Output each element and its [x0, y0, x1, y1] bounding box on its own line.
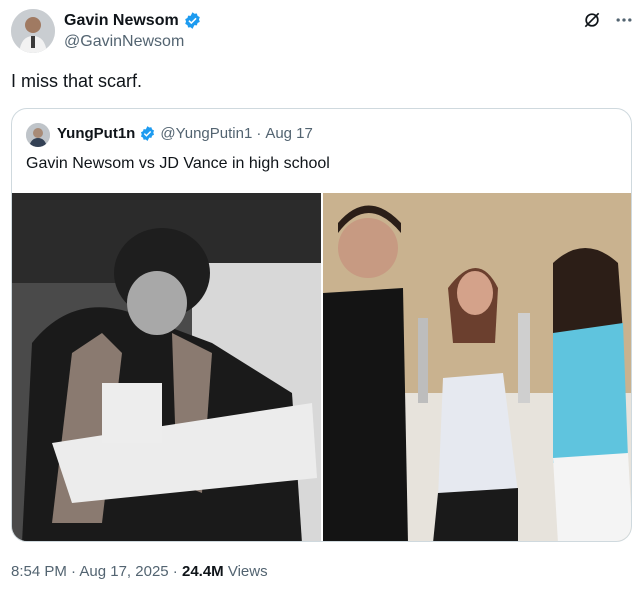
quoted-image-1[interactable]: [12, 193, 321, 541]
verified-badge-icon: [183, 11, 202, 30]
meta-separator: ·: [66, 563, 80, 580]
top-actions: [582, 10, 634, 30]
author-avatar[interactable]: [11, 9, 55, 53]
views-label: Views: [223, 563, 268, 580]
verified-badge-icon: [139, 125, 156, 142]
quoted-date[interactable]: Aug 17: [265, 125, 313, 142]
quoted-image-2[interactable]: [323, 193, 631, 541]
author-name-row: Gavin Newsom: [64, 11, 202, 30]
quoted-avatar[interactable]: [26, 123, 50, 147]
post-meta: 8:54 PM · Aug 17, 2025 · 24.4M Views: [11, 563, 268, 580]
author-name[interactable]: Gavin Newsom: [64, 12, 179, 30]
quoted-header: YungPut1n @YungPutin1 · Aug 17: [57, 125, 313, 142]
quoted-separator: ·: [256, 125, 262, 142]
quoted-handle[interactable]: @YungPutin1: [160, 125, 252, 142]
meta-separator: ·: [168, 563, 182, 580]
post-date[interactable]: Aug 17, 2025: [79, 563, 168, 580]
post-time[interactable]: 8:54 PM: [11, 563, 67, 580]
grok-icon[interactable]: [582, 10, 602, 30]
more-icon[interactable]: [614, 10, 634, 30]
views-count[interactable]: 24.4M: [182, 563, 224, 580]
quoted-name[interactable]: YungPut1n: [57, 125, 135, 142]
quoted-text: Gavin Newsom vs JD Vance in high school: [26, 155, 330, 172]
author-handle[interactable]: @GavinNewsom: [64, 33, 184, 51]
quoted-post[interactable]: YungPut1n @YungPutin1 · Aug 17 Gavin New…: [11, 108, 632, 542]
post-text: I miss that scarf.: [11, 71, 143, 91]
